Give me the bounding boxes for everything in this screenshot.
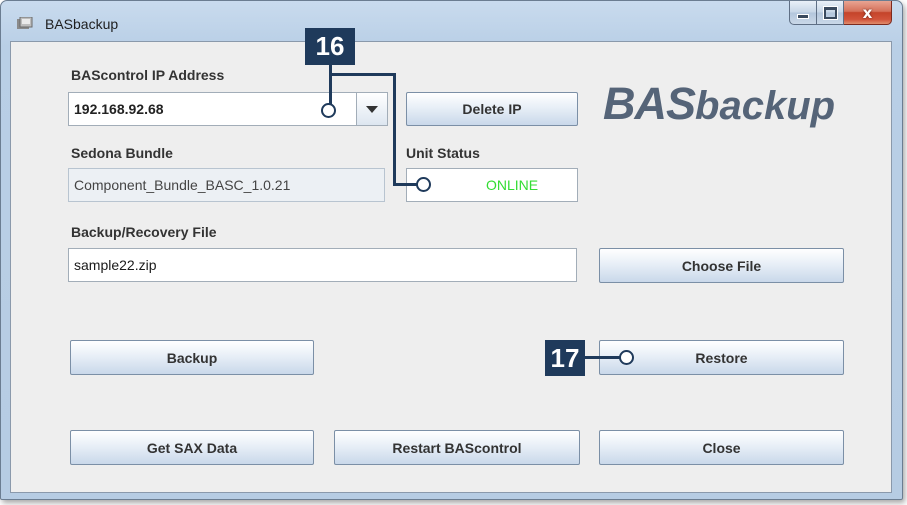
chevron-down-icon xyxy=(366,105,378,113)
window-controls: x xyxy=(789,1,892,25)
unit-status-field: ONLINE xyxy=(406,168,578,202)
callout-16: 16 xyxy=(305,28,355,65)
minimize-button[interactable] xyxy=(789,1,817,25)
unit-status-value: ONLINE xyxy=(485,177,539,193)
unit-status-label: Unit Status xyxy=(406,145,480,161)
ip-address-value: 192.168.92.68 xyxy=(74,101,164,117)
get-sax-data-button[interactable]: Get SAX Data xyxy=(70,430,314,465)
restart-bascontrol-button[interactable]: Restart BAScontrol xyxy=(334,430,580,465)
minimize-icon xyxy=(797,14,809,19)
callout-17-dot xyxy=(619,350,634,365)
close-window-button[interactable]: x xyxy=(844,1,892,25)
callout-16-dot-status xyxy=(416,177,431,192)
restore-button[interactable]: Restore xyxy=(599,340,844,375)
ip-dropdown-button[interactable] xyxy=(356,93,387,125)
app-icon xyxy=(17,17,33,29)
backup-file-label: Backup/Recovery File xyxy=(71,224,217,240)
callout-17: 17 xyxy=(545,340,585,376)
title-bar[interactable]: BASbackup x xyxy=(1,1,902,41)
ip-address-combobox[interactable]: 192.168.92.68 xyxy=(68,92,388,126)
sedona-bundle-label: Sedona Bundle xyxy=(71,145,173,161)
callout-17-leader xyxy=(585,356,621,359)
choose-file-button[interactable]: Choose File xyxy=(599,248,844,283)
backup-button[interactable]: Backup xyxy=(70,340,314,375)
maximize-icon xyxy=(823,6,837,19)
ip-address-label: BAScontrol IP Address xyxy=(71,67,225,83)
callout-16-leader xyxy=(330,73,395,76)
basbackup-logo: BASbackup xyxy=(603,78,836,129)
maximize-button[interactable] xyxy=(817,1,844,25)
sedona-bundle-value: Component_Bundle_BASC_1.0.21 xyxy=(74,177,291,193)
backup-file-value: sample22.zip xyxy=(74,257,157,273)
window-title: BASbackup xyxy=(45,16,119,32)
callout-16-leader xyxy=(329,65,332,104)
backup-file-input[interactable]: sample22.zip xyxy=(68,248,577,282)
callout-16-dot-ip xyxy=(321,103,336,118)
sedona-bundle-field: Component_Bundle_BASC_1.0.21 xyxy=(68,168,385,202)
close-button[interactable]: Close xyxy=(599,430,844,465)
close-icon: x xyxy=(862,3,873,22)
callout-16-leader xyxy=(393,73,396,186)
delete-ip-button[interactable]: Delete IP xyxy=(406,92,578,126)
